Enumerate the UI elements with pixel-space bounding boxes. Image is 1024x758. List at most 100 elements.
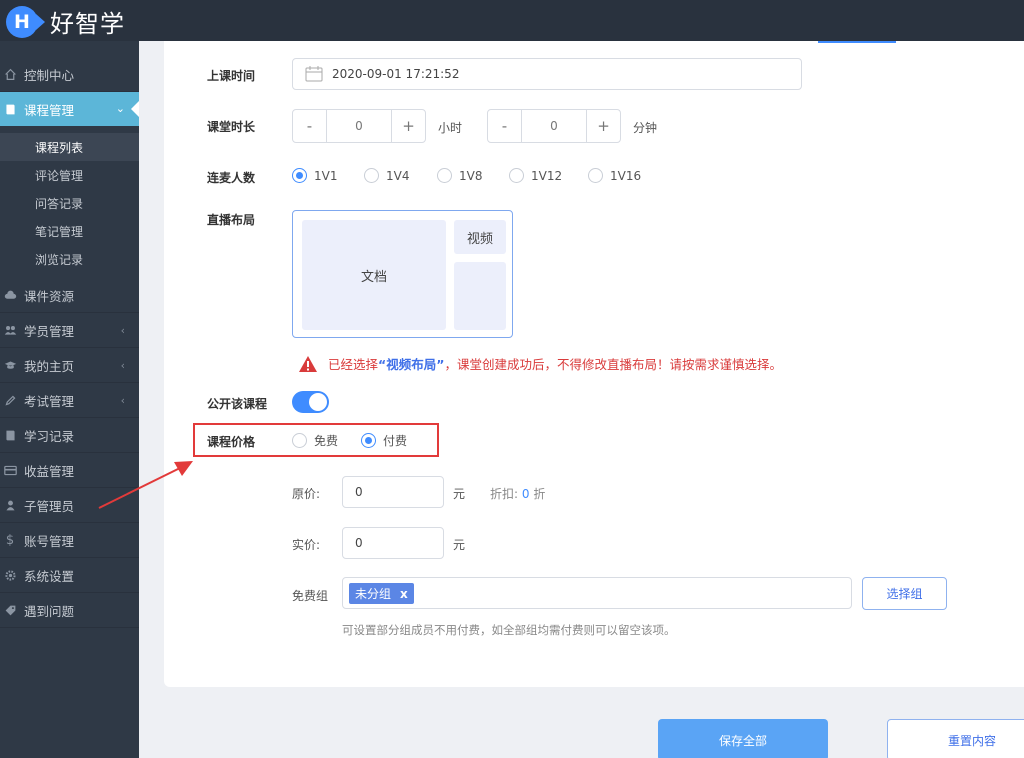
- start-time-input[interactable]: 2020-09-01 17:21:52: [292, 58, 802, 90]
- sidebar-item-learning-records[interactable]: 学习记录: [0, 419, 139, 453]
- chevron-left-icon: ‹: [120, 359, 125, 372]
- actual-price-label: 实价:: [292, 538, 321, 552]
- sidebar-item-revenue[interactable]: 收益管理: [0, 454, 139, 488]
- radio-label: 1V8: [459, 168, 483, 183]
- sidebar-item-courseware[interactable]: 课件资源: [0, 279, 139, 313]
- sidebar-subitem-history[interactable]: 浏览记录: [0, 245, 139, 273]
- hours-input[interactable]: 0: [326, 110, 392, 142]
- logo-icon: H: [6, 5, 45, 38]
- hours-increment-button[interactable]: +: [392, 110, 425, 142]
- radio-dot: [364, 168, 379, 183]
- minutes-stepper: - 0 +: [487, 109, 621, 143]
- duration-label: 课堂时长: [207, 120, 256, 134]
- sidebar-subitem-notes[interactable]: 笔记管理: [0, 217, 139, 245]
- sidebar-item-label: 学员管理: [24, 324, 75, 339]
- actual-price-unit: 元: [453, 538, 466, 552]
- price-radio-paid[interactable]: 付费: [361, 432, 407, 449]
- sidebar-item-label: 控制中心: [24, 68, 75, 83]
- minutes-input[interactable]: 0: [521, 110, 587, 142]
- admin-icon: [2, 498, 18, 514]
- minutes-increment-button[interactable]: +: [587, 110, 620, 142]
- graduation-cap-icon: [2, 358, 18, 374]
- live-layout-label: 直播布局: [207, 213, 256, 227]
- cloud-icon: [2, 288, 18, 304]
- save-all-button[interactable]: 保存全部: [658, 719, 828, 758]
- warning-icon: [299, 355, 317, 372]
- free-group-input[interactable]: 未分组 x: [342, 577, 852, 609]
- mic-count-radio-1v4[interactable]: 1V4: [364, 168, 409, 183]
- free-group-hint: 可设置部分组成员不用付费，如全部组均需付费则可以留空该项。: [342, 623, 676, 637]
- radio-dot: [361, 433, 376, 448]
- logo[interactable]: H 好智学: [6, 4, 125, 39]
- mic-count-radio-1v16[interactable]: 1V16: [588, 168, 641, 183]
- sidebar: 控制中心 课程管理 ⌄ 课程列表 评论管理 问答记录 笔记管理 浏览记录 课件资…: [0, 41, 139, 758]
- hours-decrement-button[interactable]: -: [293, 110, 326, 142]
- radio-label: 付费: [383, 434, 408, 448]
- sidebar-item-course-management[interactable]: 课程管理 ⌄: [0, 92, 139, 126]
- book-icon: [2, 101, 18, 117]
- mic-count-label: 连麦人数: [207, 171, 256, 185]
- sidebar-item-label: 账号管理: [24, 534, 75, 549]
- dollar-icon: $: [5, 533, 15, 548]
- sidebar-subitem-comments[interactable]: 评论管理: [0, 161, 139, 189]
- discount-unit: 折: [533, 487, 546, 501]
- hours-stepper: - 0 +: [292, 109, 426, 143]
- users-icon: [2, 323, 18, 339]
- sidebar-item-label: 子管理员: [24, 499, 75, 514]
- sidebar-item-settings[interactable]: 系统设置: [0, 559, 139, 593]
- sidebar-item-dashboard[interactable]: 控制中心: [0, 58, 139, 92]
- sidebar-item-label: 遇到问题: [24, 604, 75, 619]
- warning-highlight: “视频布局”: [378, 357, 445, 372]
- mic-count-radio-1v1[interactable]: 1V1: [292, 168, 337, 183]
- tag-icon: [2, 603, 18, 619]
- sidebar-item-label: 收益管理: [24, 464, 75, 479]
- sidebar-item-students[interactable]: 学员管理 ‹: [0, 314, 139, 348]
- sidebar-item-help[interactable]: 遇到问题: [0, 594, 139, 628]
- price-radio-free[interactable]: 免费: [292, 432, 338, 449]
- sidebar-item-account[interactable]: $ 账号管理: [0, 524, 139, 558]
- calendar-icon: [305, 66, 323, 82]
- sidebar-item-homepage[interactable]: 我的主页 ‹: [0, 349, 139, 383]
- start-time-value: 2020-09-01 17:21:52: [332, 67, 460, 81]
- notebook-icon: [2, 428, 18, 444]
- layout-document-area: 文档: [302, 220, 446, 330]
- mic-count-radio-1v8[interactable]: 1V8: [437, 168, 482, 183]
- layout-warning: 已经选择 “视频布局” ，课堂创建成功后，不得修改直播布局！请按需求谨慎选择。: [298, 354, 782, 373]
- live-layout-preview[interactable]: 文档 视频: [292, 210, 513, 338]
- hours-unit: 小时: [438, 121, 463, 135]
- discount-label: 折扣:: [490, 487, 519, 501]
- actual-price-input[interactable]: 0: [342, 527, 444, 559]
- sidebar-subitem-qa[interactable]: 问答记录: [0, 189, 139, 217]
- layout-video-area: 视频: [454, 220, 506, 254]
- reset-button[interactable]: 重置内容: [887, 719, 1024, 758]
- public-course-toggle[interactable]: [292, 391, 329, 413]
- original-price-label: 原价:: [292, 487, 321, 501]
- radio-label: 免费: [314, 434, 339, 448]
- gear-icon: [2, 568, 18, 584]
- tag-remove-icon[interactable]: x: [400, 587, 408, 601]
- sidebar-item-label: 课程管理: [24, 102, 75, 118]
- original-price-unit: 元: [453, 487, 466, 501]
- radio-dot: [437, 168, 452, 183]
- radio-dot: [292, 433, 307, 448]
- sidebar-item-label: 考试管理: [24, 394, 75, 409]
- sidebar-item-exams[interactable]: 考试管理 ‹: [0, 384, 139, 418]
- sidebar-item-label: 我的主页: [24, 359, 75, 374]
- sidebar-item-label: 系统设置: [24, 569, 75, 584]
- select-group-button[interactable]: 选择组: [862, 577, 947, 610]
- original-price-input[interactable]: 0: [342, 476, 444, 508]
- layout-video-slot: [454, 262, 506, 330]
- warning-prefix: 已经选择: [328, 357, 379, 372]
- tab-indicator: [818, 41, 896, 43]
- home-icon: [2, 67, 18, 83]
- free-group-label: 免费组: [292, 589, 329, 603]
- sidebar-subitem-course-list[interactable]: 课程列表: [0, 133, 139, 161]
- sidebar-item-sub-admins[interactable]: 子管理员: [0, 489, 139, 523]
- group-tag-label: 未分组: [355, 587, 392, 601]
- minutes-unit: 分钟: [633, 121, 658, 135]
- mic-count-radio-1v12[interactable]: 1V12: [509, 168, 562, 183]
- top-bar: H 好智学: [0, 0, 1024, 41]
- chevron-left-icon: ‹: [120, 324, 125, 337]
- radio-dot: [588, 168, 603, 183]
- minutes-decrement-button[interactable]: -: [488, 110, 521, 142]
